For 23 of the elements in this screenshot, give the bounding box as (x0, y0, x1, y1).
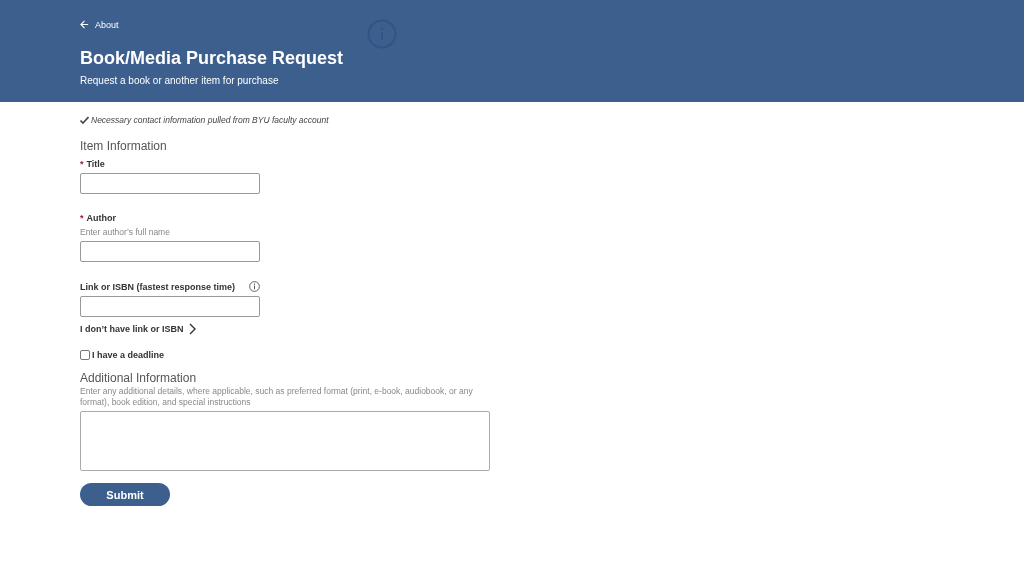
text-field[interactable] (80, 173, 260, 194)
notice-text: Necessary contact information pulled from BYU faculty account (91, 115, 329, 125)
checkmark-icon (80, 116, 89, 124)
deadline-checkbox[interactable] (80, 350, 90, 360)
chevron-right-icon (188, 323, 196, 335)
back-link[interactable]: About (80, 19, 119, 30)
text-field[interactable] (80, 241, 260, 262)
page-subtitle: Request a book or another item for purchase (80, 75, 280, 86)
field-hint: Enter author’s full name (80, 227, 171, 237)
checkbox-label: I have a deadline (92, 350, 165, 360)
back-arrow-icon (80, 20, 89, 29)
field-label: Link or ISBN (fastest response time) (80, 281, 236, 292)
field-label: * Title (80, 159, 105, 169)
text-field[interactable] (80, 296, 260, 317)
toggle-link[interactable]: I don’t have link or ISBN (80, 323, 196, 335)
section-heading: Item Information (80, 139, 168, 153)
section-heading: Additional Information (80, 371, 198, 385)
submit-button[interactable]: Submit (80, 483, 170, 507)
field-hint: Enter any additional details, where applicable, such as preferred format (print, e-book, audiobook, or any format), book edition, and special instructions (80, 386, 474, 409)
additional-info-field[interactable] (80, 411, 490, 472)
page-title: Book/Media Purchase Request (80, 48, 345, 69)
info-icon[interactable] (249, 281, 260, 292)
field-label: * Author (80, 213, 116, 223)
